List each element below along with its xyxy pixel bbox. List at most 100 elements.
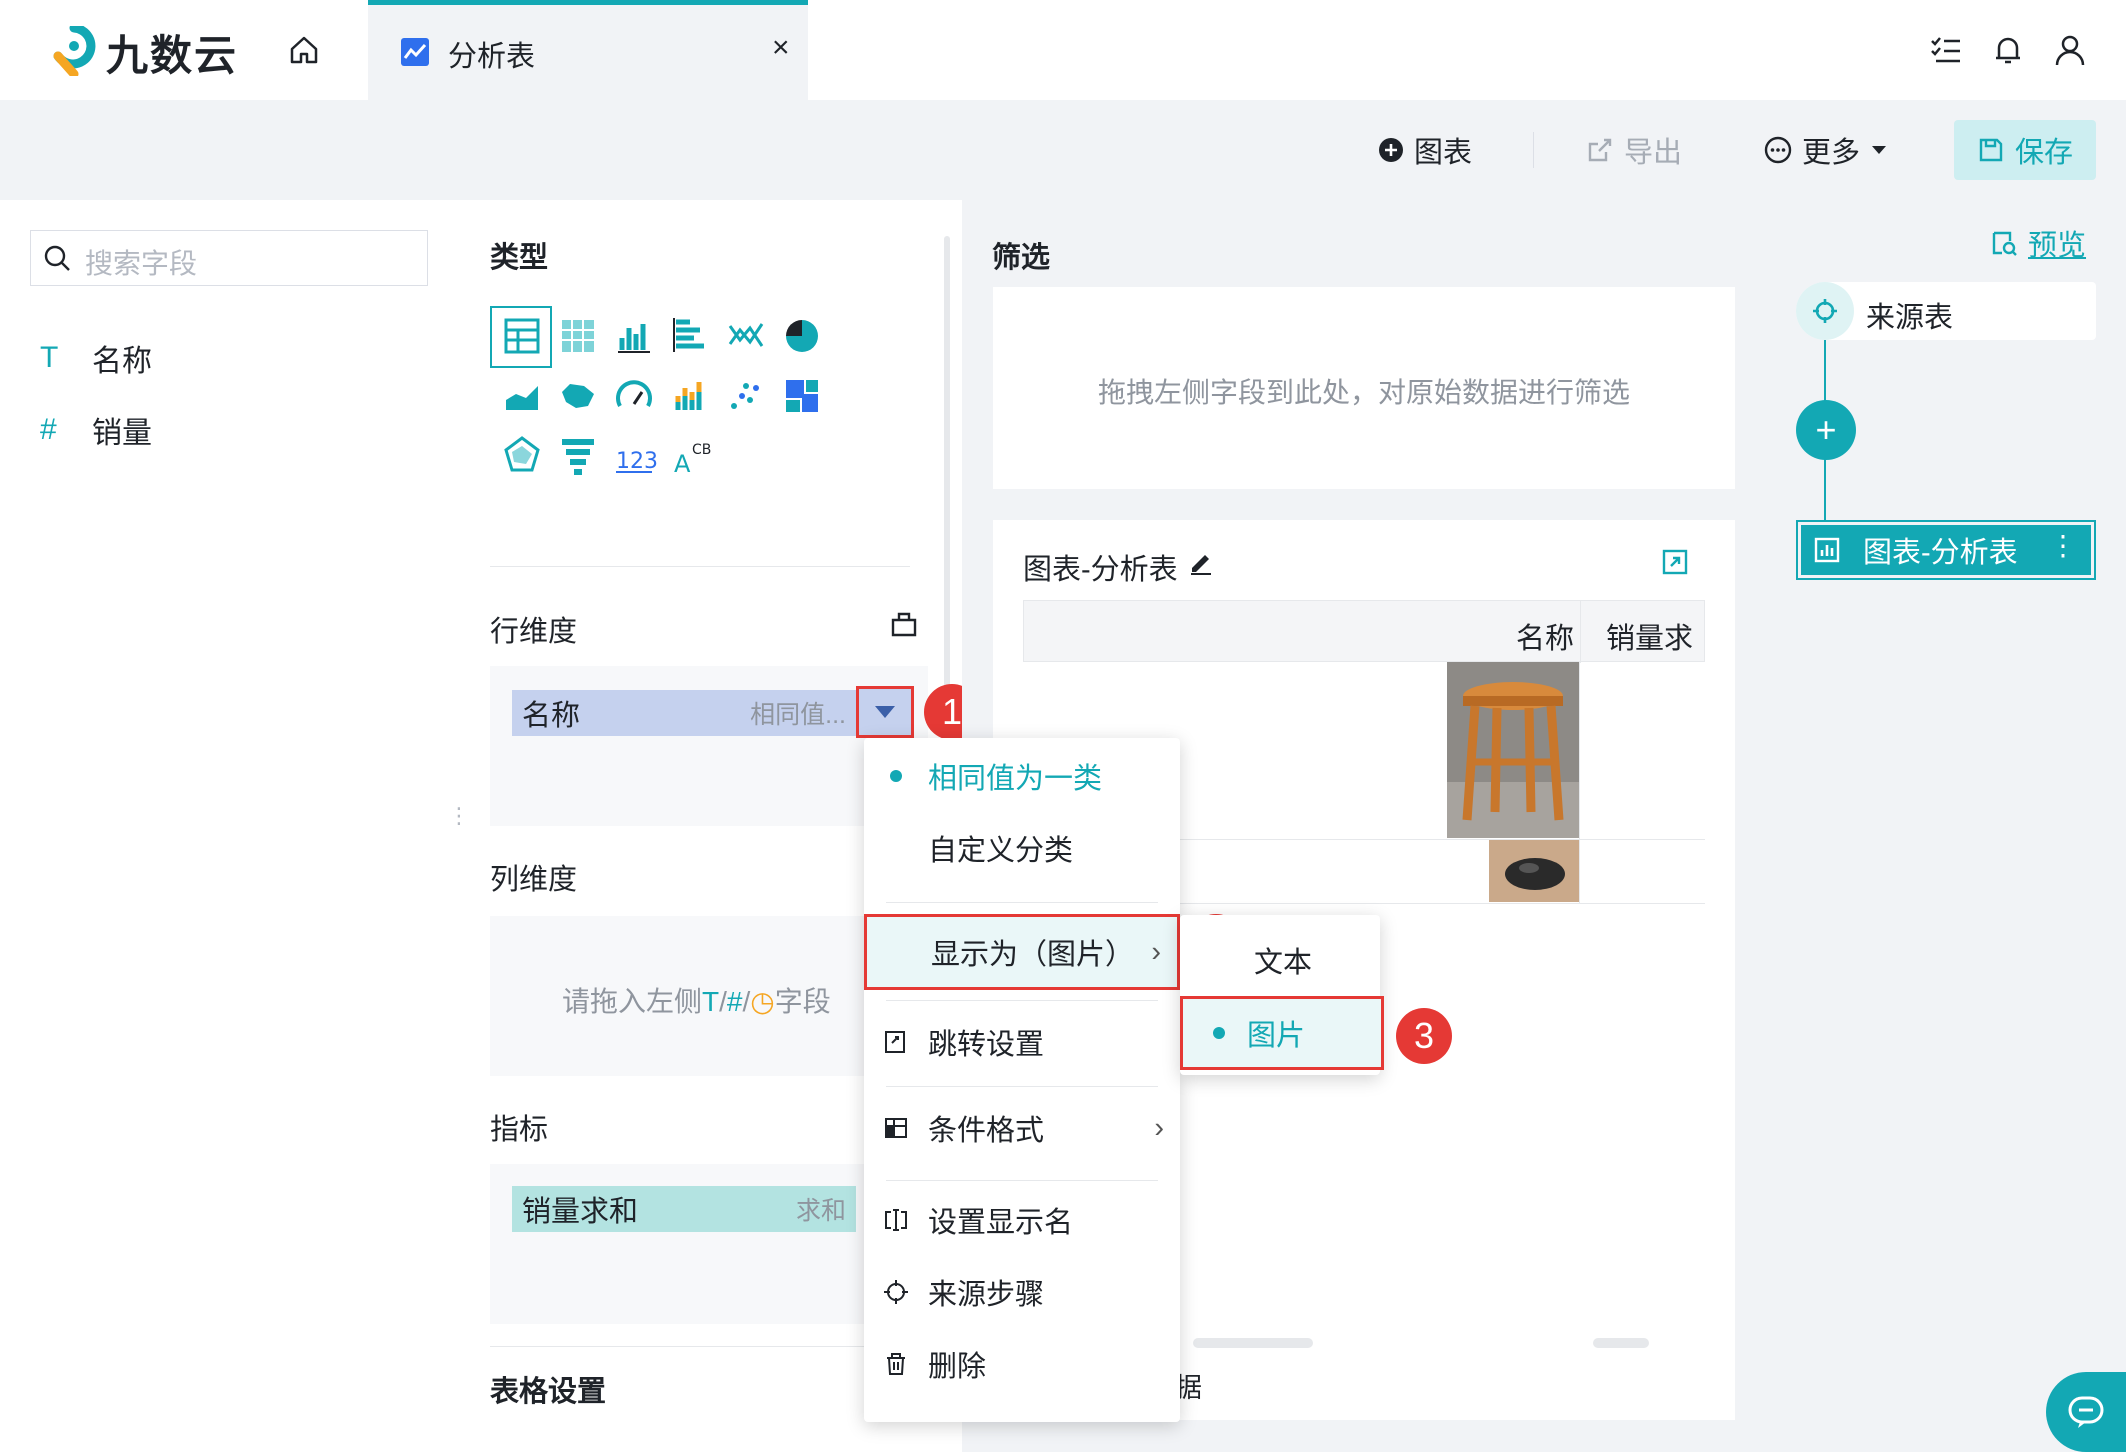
divider <box>490 1346 910 1347</box>
gauge-chart-icon[interactable] <box>604 366 664 426</box>
logo-icon <box>53 26 96 76</box>
column-divider <box>1579 662 1580 840</box>
field-search-input[interactable]: 搜索字段 <box>30 230 428 286</box>
metric-pill[interactable]: 销量求和 求和 <box>512 1186 856 1232</box>
tab-close-icon[interactable]: × <box>772 31 790 65</box>
search-placeholder: 搜索字段 <box>85 248 198 279</box>
row-dimension-pill[interactable]: 名称 相同值... <box>512 690 856 736</box>
metric-title: 指标 <box>490 1114 549 1146</box>
line-chart-icon[interactable] <box>716 306 776 366</box>
home-icon[interactable] <box>286 32 322 68</box>
field-context-menu: 相同值为一类 自定义分类 显示为（图片） › 跳转设置 条件格式 › 设置显示名… <box>864 738 1180 1422</box>
pill-mode: 相同值... <box>750 701 846 729</box>
menu-item-label: 删除 <box>928 1351 987 1383</box>
menu-item-custom-category[interactable]: 自定义分类 <box>864 816 1180 880</box>
menu-item-conditional-format[interactable]: 条件格式 › <box>864 1096 1180 1160</box>
detail-table-icon[interactable] <box>548 306 608 366</box>
table-chart-icon[interactable] <box>492 306 552 366</box>
treemap-icon[interactable] <box>772 366 832 426</box>
menu-item-display-name[interactable]: 设置显示名 <box>864 1188 1180 1252</box>
crosshair-icon <box>864 1279 928 1305</box>
word-cloud-icon[interactable]: A CB <box>660 426 720 486</box>
pill-mode: 求和 <box>795 1197 846 1225</box>
caret-down-icon <box>875 706 895 718</box>
add-step-button[interactable]: + <box>1796 400 1856 460</box>
menu-item-delete[interactable]: 删除 <box>864 1332 1180 1396</box>
step-badge-3: 3 <box>1396 1008 1452 1064</box>
bar-chart-icon[interactable] <box>604 306 664 366</box>
expand-icon[interactable] <box>1661 548 1689 576</box>
top-bar: 九数云 分析表 × <box>0 0 2126 100</box>
pill-dropdown-button[interactable] <box>856 686 914 738</box>
menu-item-display-as[interactable]: 显示为（图片） › <box>864 914 1180 990</box>
field-label: 销量 <box>92 417 152 450</box>
horizontal-scrollbar-thumb[interactable] <box>1593 1338 1649 1348</box>
column-drop-hint: 请拖入左侧T/#/◷字段 <box>562 980 831 1020</box>
save-button[interactable]: 保存 <box>1954 120 2096 180</box>
chart-title: 图表-分析表 <box>1023 554 1178 586</box>
export-label: 导出 <box>1624 137 1683 169</box>
more-button[interactable]: 更多 <box>1764 128 1888 172</box>
chart-step-label: 图表-分析表 <box>1863 537 2018 569</box>
field-item-name[interactable]: T 名称 <box>40 336 152 380</box>
more-dots-icon <box>1764 136 1792 164</box>
number-card-icon[interactable]: 123 <box>604 426 664 486</box>
link-settings-icon <box>864 1029 928 1055</box>
source-table-node[interactable]: 来源表 <box>1796 282 2096 340</box>
area-chart-icon[interactable] <box>492 366 552 426</box>
analysis-table-icon <box>401 38 429 66</box>
plus-circle-icon <box>1379 138 1403 162</box>
type-title: 类型 <box>490 242 549 274</box>
menu-divider <box>886 1000 1158 1001</box>
table-settings-title: 表格设置 <box>490 1376 607 1408</box>
horizontal-scrollbar[interactable] <box>1193 1338 1313 1348</box>
save-label: 保存 <box>2014 137 2073 169</box>
row-dimension-title: 行维度 <box>490 616 578 648</box>
preview-link[interactable]: 预览 <box>1990 222 2086 264</box>
tab-analysis[interactable]: 分析表 × <box>368 0 808 100</box>
menu-item-label: 设置显示名 <box>928 1207 1074 1239</box>
number-type-icon: # <box>40 413 57 446</box>
stacked-bar-icon[interactable] <box>660 366 720 426</box>
chat-support-button[interactable] <box>2046 1372 2126 1452</box>
submenu-item-label: 图片 <box>1247 1020 1306 1052</box>
text-type-icon: T <box>40 341 59 374</box>
menu-divider <box>886 1086 1158 1087</box>
menu-item-label: 相同值为一类 <box>928 763 1103 795</box>
date-type-icon: ◷ <box>750 986 775 1017</box>
edit-title-icon[interactable] <box>1187 548 1215 576</box>
rename-icon <box>864 1207 928 1233</box>
menu-item-same-value[interactable]: 相同值为一类 <box>864 744 1180 808</box>
column-header-name: 名称 <box>1515 623 1574 655</box>
menu-item-source-step[interactable]: 来源步骤 <box>864 1260 1180 1324</box>
hierarchy-icon[interactable] <box>890 610 918 638</box>
crosshair-icon <box>1813 299 1837 323</box>
preview-icon <box>1992 231 2017 256</box>
menu-item-label: 显示为（图片） <box>931 939 1135 971</box>
menu-item-jump-settings[interactable]: 跳转设置 <box>864 1010 1180 1074</box>
chart-step-node[interactable]: 图表-分析表 ⋮ <box>1796 520 2096 580</box>
horizontal-bar-icon[interactable] <box>660 306 720 366</box>
chevron-right-icon: › <box>1154 1111 1164 1144</box>
selected-dot-icon <box>864 770 928 782</box>
divider <box>490 566 910 567</box>
filter-drop-zone[interactable]: 拖拽左侧字段到此处，对原始数据进行筛选 <box>993 287 1735 489</box>
submenu-item-text[interactable]: 文本 <box>1254 939 1312 981</box>
pie-chart-icon[interactable] <box>772 306 832 366</box>
task-list-icon[interactable] <box>1928 32 1964 68</box>
field-item-sales[interactable]: # 销量 <box>40 408 152 452</box>
funnel-chart-icon[interactable] <box>548 426 608 486</box>
node-menu-icon[interactable]: ⋮ <box>2049 529 2077 562</box>
submenu-item-image[interactable]: 图片 <box>1180 996 1384 1070</box>
column-dimension-title: 列维度 <box>490 864 578 896</box>
export-button[interactable]: 导出 <box>1586 128 1682 172</box>
text-type-icon: T <box>702 986 720 1017</box>
add-chart-button[interactable]: 图表 <box>1378 128 1472 172</box>
user-icon[interactable] <box>2052 32 2088 68</box>
radar-chart-icon[interactable] <box>492 426 552 486</box>
flow-panel <box>1766 200 2126 1452</box>
scatter-chart-icon[interactable] <box>716 366 776 426</box>
selected-dot-icon <box>1213 1027 1225 1039</box>
map-chart-icon[interactable] <box>548 366 608 426</box>
bell-icon[interactable] <box>1990 32 2026 68</box>
